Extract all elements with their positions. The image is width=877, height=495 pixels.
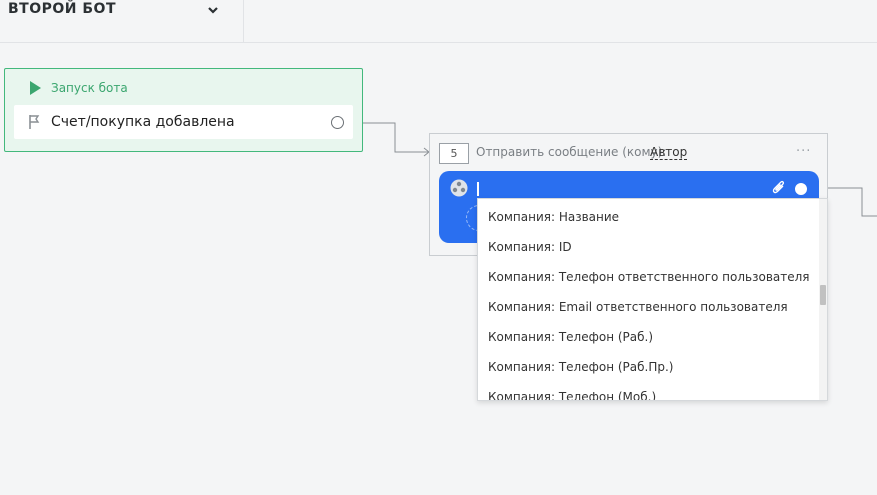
action-label: Отправить сообщение (кому): (476, 145, 667, 159)
flag-icon (29, 115, 40, 129)
dropdown-scrollbar-thumb[interactable] (820, 285, 826, 305)
trigger-event-label: Счет/покупка добавлена (51, 114, 235, 130)
text-cursor (477, 182, 479, 196)
recipient-link[interactable]: Автор (650, 145, 688, 160)
dropdown-item[interactable]: Компания: Телефон (Моб.) (488, 390, 656, 400)
dropdown-item[interactable]: Компания: Телефон (Раб.) (488, 330, 653, 344)
message-output-port[interactable] (795, 183, 807, 195)
dropdown-item[interactable]: Компания: Телефон ответственного пользов… (488, 270, 810, 284)
paperclip-icon[interactable] (772, 179, 786, 195)
variables-dropdown[interactable]: Компания: Название Компания: ID Компания… (477, 198, 828, 401)
trigger-event-row[interactable]: Счет/покупка добавлена (14, 105, 353, 139)
emoji-icon[interactable] (450, 179, 468, 197)
play-icon (30, 81, 41, 95)
dropdown-item[interactable]: Компания: Телефон (Раб.Пр.) (488, 360, 673, 374)
dropdown-item[interactable]: Компания: Название (488, 210, 619, 224)
trigger-label: Запуск бота (51, 81, 128, 95)
step-number: 5 (439, 143, 469, 164)
more-icon[interactable]: ··· (796, 144, 811, 159)
dropdown-item[interactable]: Компания: Email ответственного пользоват… (488, 300, 788, 314)
trigger-block[interactable]: Запуск бота Счет/покупка добавлена (4, 68, 363, 152)
dropdown-item[interactable]: Компания: ID (488, 240, 572, 254)
output-port[interactable] (331, 116, 344, 129)
